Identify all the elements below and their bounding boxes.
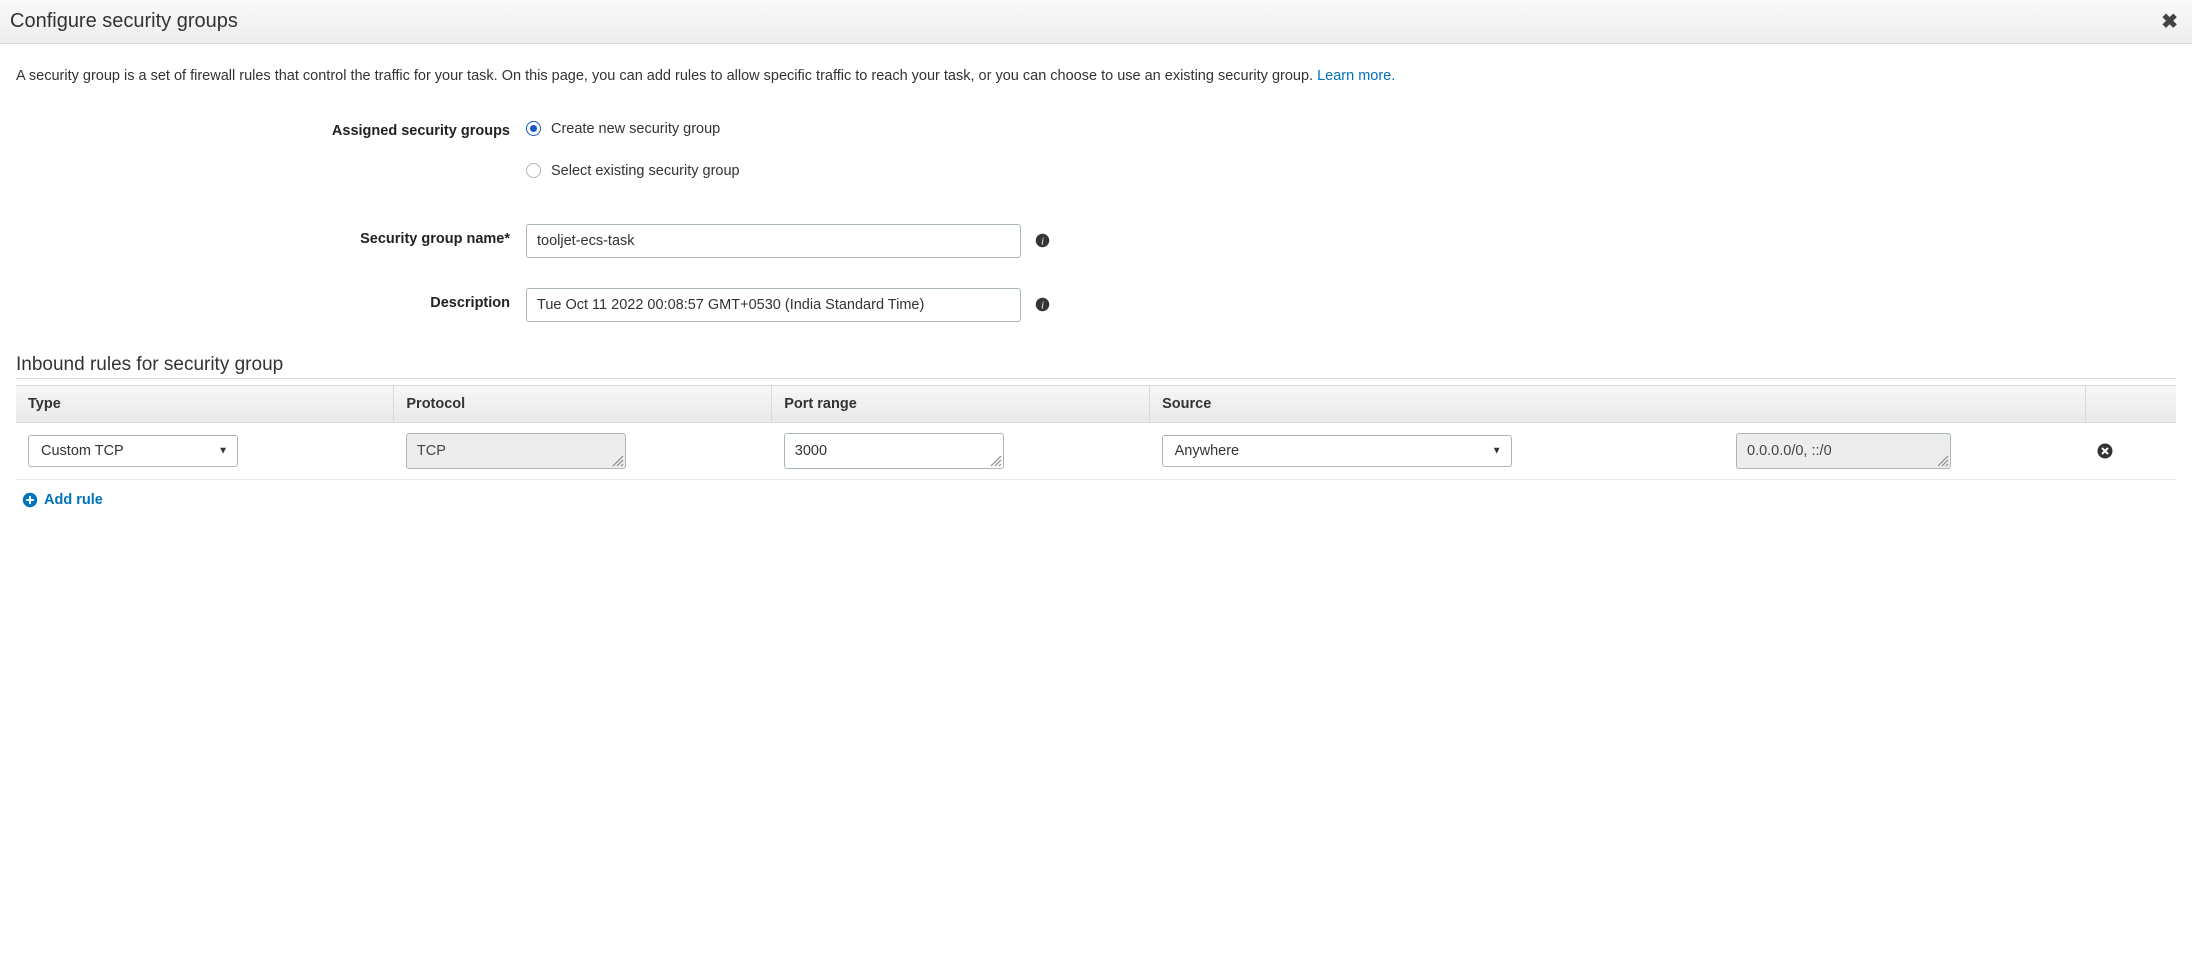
col-protocol: Protocol	[394, 385, 772, 422]
info-icon[interactable]: i	[1033, 296, 1051, 314]
radio-create-new[interactable]: Create new security group	[526, 116, 720, 142]
label-description: Description	[16, 288, 526, 322]
input-port-range[interactable]	[784, 433, 1004, 469]
delete-rule-icon[interactable]	[2097, 443, 2164, 459]
inbound-section-title: Inbound rules for security group	[16, 354, 2176, 379]
svg-text:i: i	[1041, 237, 1044, 248]
col-port: Port range	[772, 385, 1150, 422]
learn-more-link[interactable]: Learn more.	[1317, 68, 1395, 84]
svg-text:i: i	[1041, 301, 1044, 312]
radio-existing-label: Select existing security group	[551, 163, 740, 179]
radio-select-existing[interactable]: Select existing security group	[526, 158, 740, 184]
intro-text: A security group is a set of firewall ru…	[16, 66, 2176, 88]
row-assigned-sg: Assigned security groups Create new secu…	[16, 116, 2176, 184]
add-rule-button[interactable]: Add rule	[16, 480, 2176, 520]
col-source: Source	[1150, 385, 2086, 422]
intro-body: A security group is a set of firewall ru…	[16, 68, 1317, 84]
select-type[interactable]: Custom TCP	[28, 435, 238, 467]
input-description[interactable]	[526, 288, 1021, 322]
radio-icon	[526, 163, 541, 178]
table-header-row: Type Protocol Port range Source	[16, 385, 2176, 422]
close-icon[interactable]: ✖	[2161, 12, 2178, 32]
col-actions	[2085, 385, 2176, 422]
input-protocol	[406, 433, 626, 469]
select-source[interactable]: Anywhere	[1162, 435, 1512, 467]
radio-create-label: Create new security group	[551, 121, 720, 137]
inbound-rules-table: Type Protocol Port range Source Custom T…	[16, 385, 2176, 480]
label-assigned-sg: Assigned security groups	[16, 116, 526, 184]
plus-circle-icon	[22, 492, 38, 508]
table-row: Custom TCP ▼	[16, 422, 2176, 479]
modal-body: A security group is a set of firewall ru…	[0, 44, 2192, 520]
input-sg-name[interactable]	[526, 224, 1021, 258]
row-sg-name: Security group name* i	[16, 224, 2176, 258]
row-description: Description i	[16, 288, 2176, 322]
add-rule-label: Add rule	[44, 492, 103, 508]
input-cidr	[1736, 433, 1951, 469]
modal-header: Configure security groups ✖	[0, 0, 2192, 44]
radio-icon	[526, 121, 541, 136]
modal-title: Configure security groups	[10, 10, 238, 33]
info-icon[interactable]: i	[1033, 232, 1051, 250]
label-sg-name: Security group name*	[16, 224, 526, 258]
col-type: Type	[16, 385, 394, 422]
